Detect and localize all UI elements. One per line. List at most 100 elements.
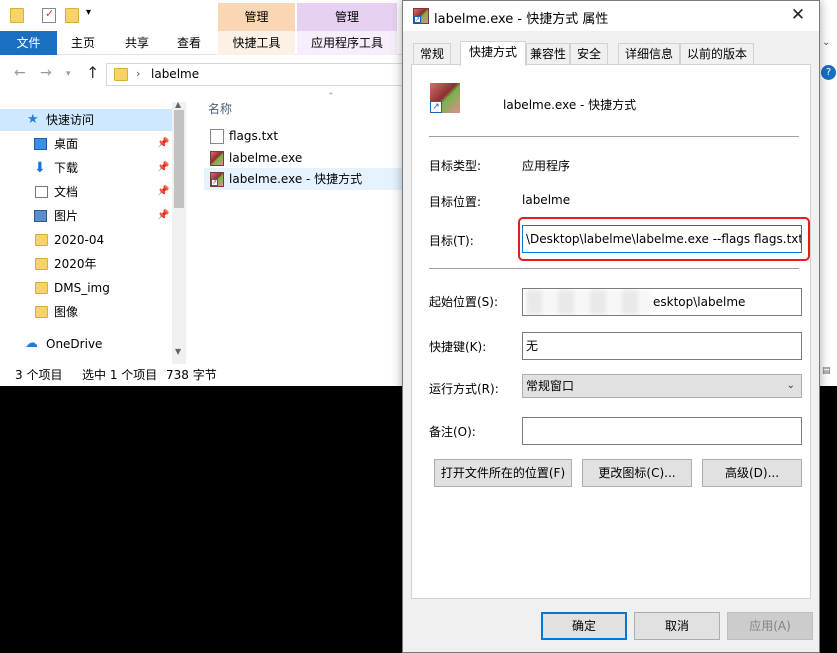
comment-input[interactable] — [522, 417, 802, 445]
divider — [429, 136, 799, 137]
new-folder-icon[interactable] — [65, 8, 79, 23]
scroll-up-icon[interactable]: ▲ — [175, 100, 181, 109]
tab-details[interactable]: 详细信息 — [618, 43, 680, 65]
document-icon — [35, 186, 48, 198]
recent-locations-chevron-icon[interactable]: ▾ — [66, 69, 71, 79]
status-item-count: 3 个项目 — [15, 368, 63, 382]
target-type-value: 应用程序 — [522, 159, 571, 173]
column-header-name[interactable]: 名称 — [208, 100, 232, 117]
file-row-labelme-exe[interactable]: labelme.exe — [204, 147, 402, 169]
sidebar-item-label: 图片 — [54, 209, 79, 223]
shortcut-name: labelme.exe - 快捷方式 — [503, 98, 637, 112]
star-icon: ★ — [27, 112, 39, 127]
tab-compatibility[interactable]: 兼容性 — [526, 43, 570, 65]
target-type-label: 目标类型: — [429, 159, 482, 173]
sort-chevron-icon: ⌃ — [327, 92, 335, 102]
scroll-down-icon[interactable]: ▼ — [175, 347, 181, 356]
open-file-location-button[interactable]: 打开文件所在的位置(F) — [434, 459, 572, 487]
pin-icon[interactable]: 📌 — [157, 157, 169, 179]
folder-icon — [114, 68, 128, 81]
status-size: 738 字节 — [166, 368, 217, 382]
picture-icon — [34, 210, 47, 222]
pin-icon[interactable]: 📌 — [157, 205, 169, 227]
run-label: 运行方式(R): — [429, 382, 499, 396]
pin-icon[interactable]: 📌 — [157, 181, 169, 203]
tab-shortcut[interactable]: 快捷方式 — [460, 41, 526, 66]
text-file-icon — [210, 129, 224, 144]
view-toggle-icon[interactable]: ▤ — [822, 366, 831, 376]
dialog-tabs: 常规 快捷方式 兼容性 安全 详细信息 以前的版本 — [411, 41, 811, 66]
download-icon: ⬇ — [34, 160, 46, 176]
exe-icon — [210, 151, 224, 166]
sidebar-scrollbar[interactable]: ▲ ▼ — [172, 100, 186, 364]
cancel-button[interactable]: 取消 — [634, 612, 720, 640]
tab-home[interactable]: 主页 — [60, 31, 106, 55]
target-location-value: labelme — [522, 193, 571, 207]
back-arrow-icon[interactable]: ← — [14, 65, 26, 81]
dialog-title-bar: ↗ labelme.exe - 快捷方式 属性 ✕ — [403, 1, 819, 31]
folder-icon — [35, 234, 48, 246]
annotation-highlight-box — [518, 217, 810, 261]
cloud-icon: ☁ — [25, 336, 38, 351]
status-bar: 3 个项目 选中 1 个项目 738 字节 — [0, 364, 406, 386]
file-name: flags.txt — [229, 129, 279, 143]
sidebar-item-label: 图像 — [54, 305, 79, 319]
up-arrow-icon[interactable]: ↑ — [86, 63, 99, 82]
file-row-labelme-shortcut[interactable]: ↗ labelme.exe - 快捷方式 — [204, 168, 402, 190]
tab-application-tools[interactable]: 应用程序工具 — [297, 31, 397, 55]
desktop-icon — [34, 138, 47, 150]
sidebar-item-label: 2020-04 — [54, 233, 105, 247]
tab-share[interactable]: 共享 — [114, 31, 160, 55]
dialog-title: labelme.exe - 快捷方式 属性 — [434, 12, 609, 27]
tab-security[interactable]: 安全 — [570, 43, 608, 65]
address-bar[interactable]: › labelme — [106, 63, 406, 86]
hotkey-input[interactable]: 无 — [522, 332, 802, 360]
chevron-down-icon: ⌄ — [786, 380, 795, 391]
properties-icon[interactable] — [42, 7, 56, 23]
properties-dialog: ↗ labelme.exe - 快捷方式 属性 ✕ 常规 快捷方式 兼容性 安全… — [402, 0, 820, 653]
close-icon[interactable]: ✕ — [783, 4, 813, 28]
start-in-input[interactable]: esktop\labelme — [522, 288, 802, 316]
tab-file[interactable]: 文件 — [0, 31, 57, 55]
file-row-flags-txt[interactable]: flags.txt — [204, 125, 402, 147]
pin-icon[interactable]: 📌 — [157, 133, 169, 155]
advanced-button[interactable]: 高级(D)... — [702, 459, 802, 487]
sidebar-item-label: 2020年 — [54, 257, 97, 271]
sidebar-item-label: 文档 — [54, 185, 79, 199]
ok-button[interactable]: 确定 — [541, 612, 627, 640]
breadcrumb-separator-icon[interactable]: › — [136, 67, 140, 80]
sidebar-item-quick-access[interactable]: ★ 快速访问 — [0, 109, 172, 131]
target-label: 目标(T): — [429, 234, 474, 248]
change-icon-button[interactable]: 更改图标(C)... — [582, 459, 692, 487]
shortcut-big-icon: ↗ — [430, 83, 460, 113]
apply-button[interactable]: 应用(A) — [727, 612, 813, 640]
folder-icon — [10, 8, 24, 23]
shortcut-arrow-icon: ↗ — [430, 101, 442, 113]
context-tab-group-manage-1: 管理 — [218, 3, 295, 31]
run-select-value: 常规窗口 — [526, 379, 575, 393]
file-name: labelme.exe - 快捷方式 — [229, 172, 363, 186]
tab-shortcut-tools[interactable]: 快捷工具 — [218, 31, 295, 55]
start-in-label: 起始位置(S): — [429, 295, 499, 309]
redacted-area — [526, 290, 651, 315]
file-list: ⌃ 名称 flags.txt labelme.exe ↗ labelme.exe… — [196, 92, 406, 364]
breadcrumb-labelme[interactable]: labelme — [151, 67, 199, 81]
comment-label: 备注(O): — [429, 425, 476, 439]
hotkey-label: 快捷键(K): — [429, 340, 487, 354]
start-in-value: esktop\labelme — [653, 295, 746, 309]
chevron-down-icon[interactable]: ⌄ — [822, 37, 830, 48]
sidebar-item-label: 快速访问 — [46, 113, 95, 127]
tab-general[interactable]: 常规 — [413, 43, 451, 65]
tab-previous-versions[interactable]: 以前的版本 — [680, 43, 754, 65]
help-icon[interactable]: ? — [821, 65, 836, 80]
folder-icon — [35, 306, 48, 318]
customize-toolbar-icon[interactable]: ▾ — [86, 7, 91, 18]
forward-arrow-icon[interactable]: → — [40, 65, 52, 81]
run-select[interactable]: 常规窗口 ⌄ — [522, 374, 802, 398]
shortcut-icon: ↗ — [210, 172, 224, 187]
scrollbar-thumb[interactable] — [174, 110, 184, 208]
sidebar-item-label: 下载 — [54, 161, 79, 175]
navigation-pane: ★ 快速访问 桌面 📌 ⬇ 下载 📌 文档 📌 图片 📌 2020-04 202… — [0, 102, 186, 364]
shortcut-icon: ↗ — [413, 8, 429, 24]
tab-view[interactable]: 查看 — [166, 31, 212, 55]
